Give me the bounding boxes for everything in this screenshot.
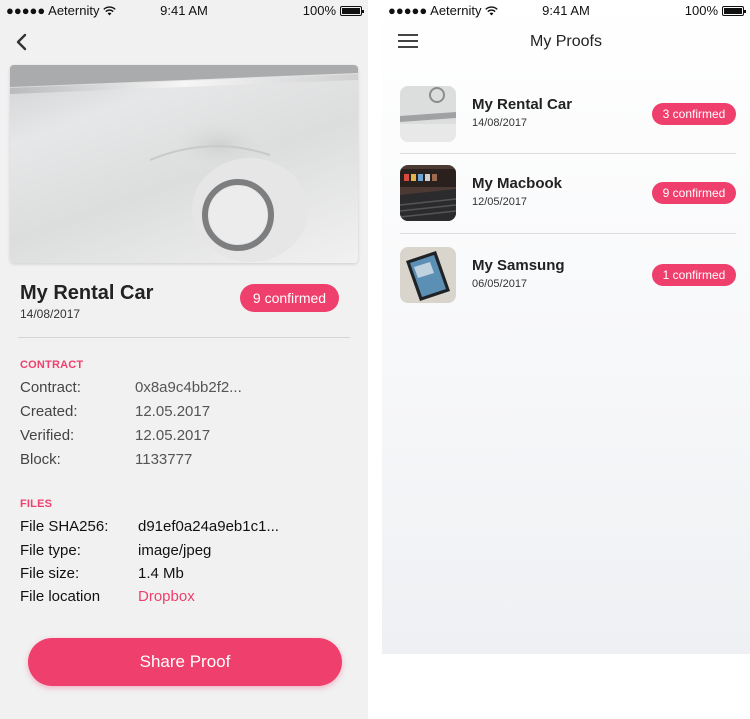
battery-percent: 100% [684,3,718,18]
list-divider [400,233,736,234]
file-size-key: File size: [20,565,80,582]
item-date: 06/05/2017 [472,278,528,290]
verified-value: 12.05.2017 [135,427,211,444]
item-title: My Rental Car [472,96,573,113]
status-bar: ●●●●● Aeternity 9:41 AM 100% [382,0,750,22]
rental-car-thumbnail [400,86,456,142]
proof-title: My Rental Car [20,282,154,304]
item-title: My Samsung [472,257,565,274]
files-section-label: FILES [20,498,53,510]
item-date: 12/05/2017 [472,196,528,208]
samsung-thumbnail [400,247,456,303]
contract-section-label: CONTRACT [20,359,84,371]
battery-percent: 100% [302,3,336,18]
page-title: My Proofs [529,33,602,50]
proof-list-item[interactable]: My Rental Car 14/08/2017 3 confirmed [400,86,736,144]
share-proof-button[interactable]: Share Proof [28,638,342,686]
proof-photo [10,65,358,263]
block-key: Block: [20,451,61,468]
confirmation-badge: 9 confirmed [240,284,339,312]
file-type-key: File type: [20,542,81,559]
proof-list-item[interactable]: My Samsung 06/05/2017 1 confirmed [400,247,736,305]
my-proofs-screen: ●●●●● Aeternity 9:41 AM 100% My Proofs M… [382,0,750,654]
item-date: 14/08/2017 [472,117,528,129]
verified-key: Verified: [20,427,75,444]
confirmation-badge: 3 confirmed [652,103,736,125]
file-type-value: image/jpeg [138,542,212,559]
battery-icon [340,5,364,16]
item-title: My Macbook [472,175,563,192]
proof-date: 14/08/2017 [20,307,81,321]
proof-list-item[interactable]: My Macbook 12/05/2017 9 confirmed [400,165,736,223]
list-divider [400,153,736,154]
dropbox-link[interactable]: Dropbox [138,588,195,605]
back-chevron-icon[interactable] [12,32,32,52]
macbook-thumbnail [400,165,456,221]
sha256-value: d91ef0a24a9eb1c1... [138,518,279,535]
created-value: 12.05.2017 [135,403,211,420]
confirmation-badge: 9 confirmed [652,182,736,204]
contract-key: Contract: [20,379,81,396]
confirmation-badge: 1 confirmed [652,264,736,286]
proof-detail-screen: ●●●●● Aeternity 9:41 AM 100% My Rental C… [0,0,368,719]
status-bar: ●●●●● Aeternity 9:41 AM 100% [0,0,368,22]
car-door-image [10,65,358,262]
divider [18,337,350,338]
block-value: 1133777 [135,451,193,468]
sha256-key: File SHA256: [20,518,109,535]
file-location-key: File location [20,588,101,605]
file-size-value: 1.4 Mb [138,565,184,582]
created-key: Created: [20,403,78,420]
battery-icon [722,5,746,16]
contract-value: 0x8a9c4bb2f2... [135,379,242,396]
